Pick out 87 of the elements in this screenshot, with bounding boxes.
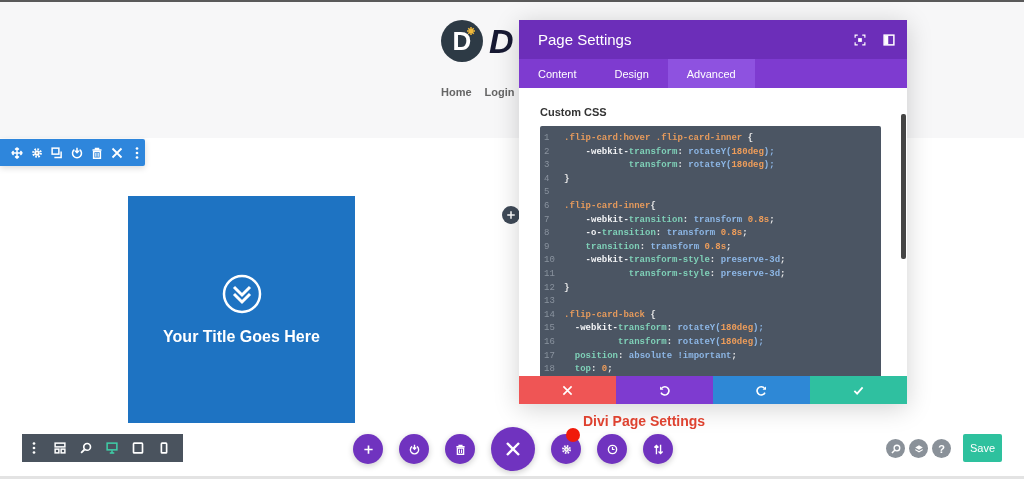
disable-button[interactable] (71, 146, 83, 159)
line-number: 17 (544, 349, 556, 363)
callout-label: Divi Page Settings (583, 413, 706, 429)
layers-icon (913, 443, 924, 454)
nav-link[interactable]: Home (441, 86, 472, 98)
line-number: 4 (544, 172, 551, 186)
clock-icon (606, 443, 618, 455)
search-icon (80, 442, 92, 454)
line-number: 2 (544, 145, 551, 159)
code-line: .flip-card-inner{ (564, 199, 656, 213)
plus-icon (506, 210, 516, 220)
portability-button[interactable] (643, 434, 673, 464)
notification-dot (566, 428, 580, 442)
page-settings-button[interactable] (551, 434, 581, 464)
close-icon (505, 441, 521, 457)
desktop-view-button[interactable] (106, 442, 118, 454)
tab[interactable]: Design (595, 59, 668, 88)
logo-mark: D (441, 20, 483, 62)
add-button[interactable] (353, 434, 383, 464)
fullscreen-button[interactable] (854, 33, 866, 46)
dock-button[interactable] (883, 33, 895, 46)
trash-icon (91, 146, 103, 159)
exit-button[interactable] (491, 427, 535, 471)
sort-arrows-icon (652, 443, 664, 455)
layers-button[interactable] (909, 439, 928, 458)
settings-icon (31, 146, 43, 159)
code-line: .flip-card-back { (564, 308, 656, 322)
logo-text: D (489, 21, 514, 62)
code-line: -o-transition: transform 0.8s; (584, 227, 748, 241)
code-line: -webkit-transition: transform 0.8s; (584, 213, 775, 227)
layout-icon (54, 442, 66, 454)
code-line: -webkit-transform: rotateY(180deg); (584, 145, 775, 159)
help-button[interactable]: ? (932, 439, 951, 458)
code-line: transform-style: preserve-3d; (627, 267, 786, 281)
expand-icon (854, 33, 866, 46)
disable-button[interactable] (399, 434, 429, 464)
module-title: Your Title Goes Here (163, 327, 320, 346)
tablet-view-button[interactable] (132, 442, 144, 454)
code-line: .flip-card:hover .flip-card-inner { (564, 132, 754, 145)
double-chevron-circle-icon (221, 273, 262, 314)
search-icon (890, 443, 901, 454)
close-icon (111, 146, 123, 159)
delete-button[interactable] (91, 146, 103, 159)
power-icon (408, 443, 420, 455)
tab[interactable]: Advanced (667, 59, 755, 88)
modal-title: Page Settings (538, 31, 633, 48)
monitor-icon (106, 442, 118, 454)
code-line: transform: rotateY(180deg); (617, 335, 764, 349)
move-icon (11, 146, 23, 159)
nav-link[interactable]: Login (484, 86, 515, 98)
move-button[interactable] (11, 146, 23, 159)
code-line: position: absolute !important; (573, 349, 737, 363)
search-button[interactable] (886, 439, 905, 458)
check-icon (853, 384, 864, 396)
zoom-button[interactable] (80, 442, 92, 454)
code-line: top: 0; (573, 363, 613, 376)
tablet-icon (132, 442, 144, 454)
code-line: } (564, 172, 570, 186)
code-line: } (564, 281, 570, 295)
add-module-button[interactable] (502, 206, 520, 224)
history-button[interactable] (597, 434, 627, 464)
phone-view-button[interactable] (158, 442, 170, 454)
code-line: transition: transform 0.8s; (584, 240, 732, 254)
field-label: Custom CSS (540, 106, 608, 118)
power-icon (71, 146, 83, 159)
delete-button[interactable] (445, 434, 475, 464)
plus-icon (362, 443, 374, 455)
settings-button[interactable] (31, 146, 43, 159)
line-number: 5 (544, 186, 551, 200)
settings-icon (560, 443, 572, 455)
close-icon (562, 384, 573, 396)
layout-button[interactable] (54, 442, 66, 454)
code-line: -webkit-transform: rotateY(180deg); (573, 322, 764, 336)
redo-icon (756, 384, 767, 396)
trash-icon (454, 443, 466, 455)
line-number: 11 (544, 267, 556, 281)
undo-icon (659, 384, 670, 396)
tab[interactable]: Content (519, 59, 596, 88)
code-line: -webkit-transform-style: preserve-3d; (584, 254, 786, 268)
scrollbar[interactable] (901, 114, 906, 259)
phone-icon (158, 442, 170, 454)
duplicate-icon (51, 146, 63, 159)
duplicate-button[interactable] (51, 146, 63, 159)
code-editor[interactable] (540, 126, 881, 376)
close-button[interactable] (111, 146, 123, 159)
code-line: transform: rotateY(180deg); (627, 159, 775, 173)
sidebar-icon (883, 33, 895, 46)
